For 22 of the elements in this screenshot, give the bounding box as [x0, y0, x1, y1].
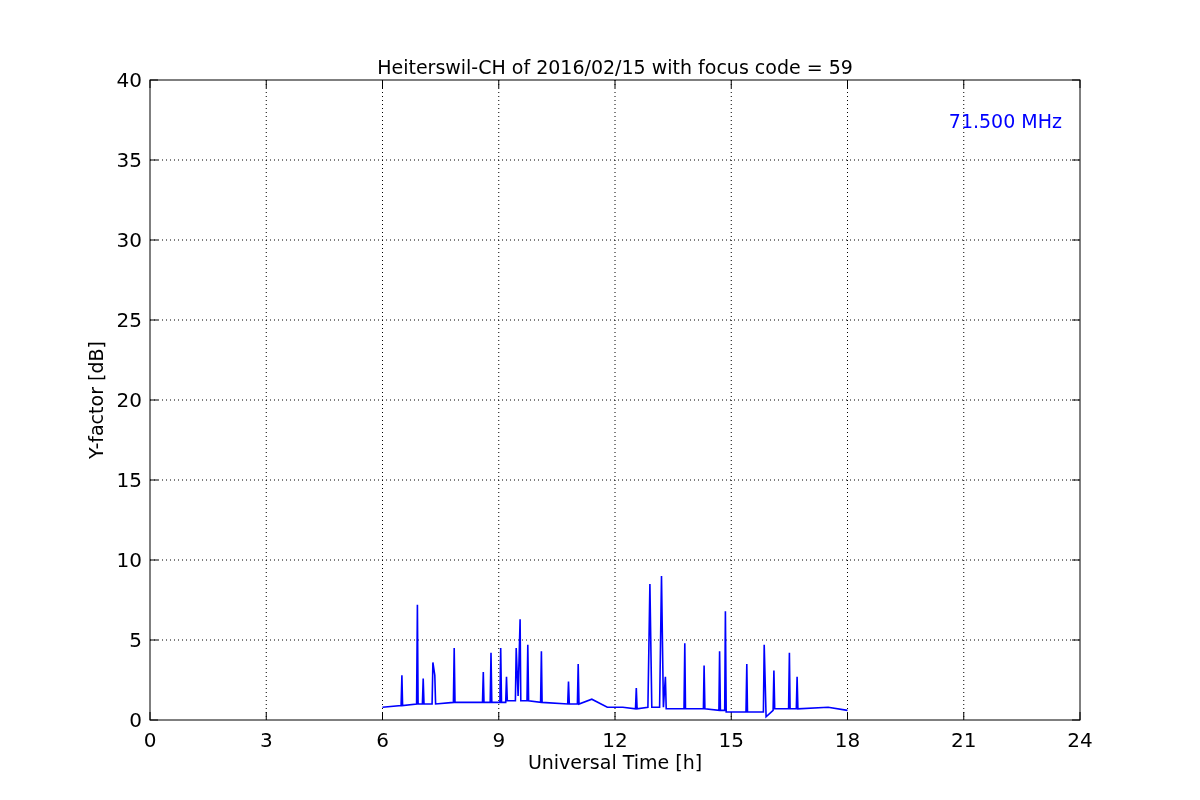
tick-label: 21 [951, 728, 977, 752]
axis-label: Universal Time [h] [527, 751, 703, 773]
tick-label: 30 [116, 228, 142, 252]
tick-label: 3 [259, 728, 273, 752]
tick-label: 5 [129, 628, 142, 652]
chart-title: Heiterswil-CH of 2016/02/15 with focus code = 59 [377, 56, 853, 78]
tick-label: 18 [834, 728, 861, 752]
frequency-label: 71.500 MHz [948, 110, 1062, 132]
tick-label: 25 [116, 308, 142, 332]
tick-label: 0 [129, 708, 142, 732]
tick-label: 15 [116, 468, 142, 492]
tick-label: 9 [492, 728, 506, 752]
axis-label: Y-factor [dB] [85, 341, 107, 459]
tick-label: 0 [143, 728, 157, 752]
tick-label: 6 [376, 728, 389, 752]
tick-label: 35 [116, 148, 142, 172]
tick-label: 40 [116, 68, 142, 92]
tick-label: 24 [1067, 728, 1093, 752]
tick-label: 15 [718, 728, 744, 752]
tick-label: 20 [116, 388, 142, 412]
tick-label: 10 [116, 548, 142, 572]
tick-label: 12 [602, 728, 628, 752]
